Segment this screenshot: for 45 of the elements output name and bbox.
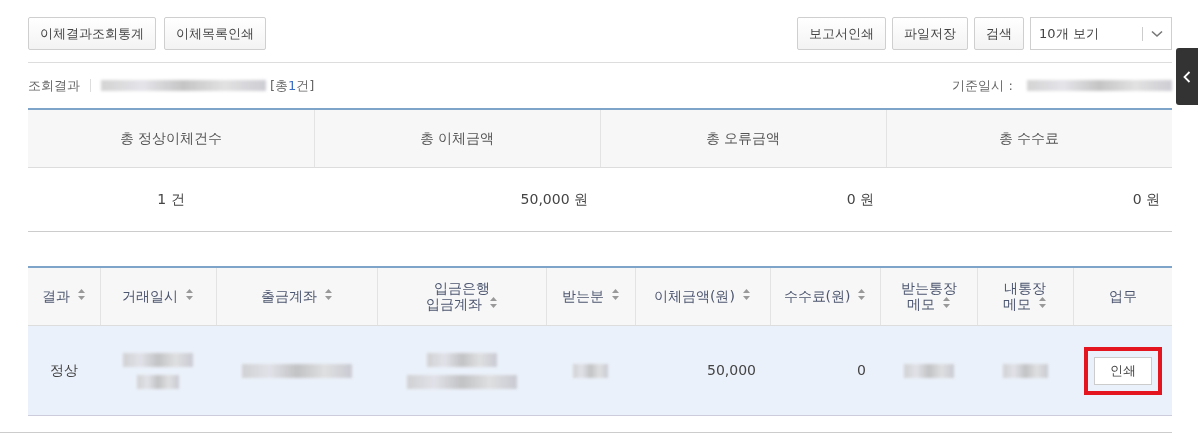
table-cell: 50,000 [707, 362, 756, 378]
chevron-down-icon [1151, 29, 1163, 38]
sort-icon [185, 288, 194, 302]
column-header[interactable]: 결과 [41, 288, 86, 305]
sort-icon [76, 288, 86, 302]
toolbar-button[interactable]: 보고서인쇄 [797, 17, 886, 50]
result-label: 조회결과 [28, 76, 80, 95]
side-panel-toggle[interactable] [1176, 48, 1198, 105]
sort-icon [741, 288, 751, 302]
chevron-left-icon [1183, 70, 1191, 83]
column-header: 총 이체금액 [314, 109, 600, 167]
column-header: 총 오류금액 [600, 109, 886, 167]
column-header: 업무 [1108, 288, 1137, 305]
summary-value: 0 원 [846, 190, 874, 207]
sort-icon [610, 288, 620, 302]
print-button[interactable]: 인쇄 [1093, 356, 1152, 385]
table-cell: 0 [857, 362, 866, 378]
summary-value: 0 원 [1132, 190, 1160, 207]
sort-icon [1038, 296, 1047, 310]
table-cell: 정상 [50, 362, 78, 378]
sort-icon [857, 288, 867, 302]
toolbar-button[interactable]: 검색 [974, 17, 1024, 50]
column-header: 총 정상이체건수 [28, 109, 314, 167]
redacted-text [903, 363, 954, 378]
base-time-label: 기준일시 : [952, 76, 1013, 95]
toolbar-button[interactable]: 파일저장 [892, 17, 968, 50]
sort-icon [941, 296, 951, 310]
sort-icon [488, 296, 498, 310]
result-count: [총1건] [270, 76, 315, 95]
redacted-text [1002, 363, 1048, 378]
page-size-select[interactable]: 10개 보기 [1030, 17, 1172, 50]
redacted-text [137, 374, 179, 389]
summary-value: 1 건 [157, 190, 185, 207]
table-row[interactable]: 정상 50,000 0 인쇄 [28, 325, 1172, 416]
redacted-text [426, 352, 497, 367]
sort-icon [323, 288, 333, 302]
toolbar-button[interactable]: 이체결과조회통계 [28, 17, 156, 50]
redacted-text [573, 363, 608, 378]
column-header: 총 수수료 [886, 109, 1172, 167]
column-header[interactable]: 출금계좌 [260, 288, 333, 305]
column-header[interactable]: 거래일시 [122, 288, 194, 305]
redacted-text [123, 352, 193, 367]
toolbar-button[interactable]: 이체목록인쇄 [164, 17, 266, 50]
summary-value: 50,000 원 [520, 190, 588, 207]
column-header[interactable]: 받는분 [561, 288, 620, 305]
